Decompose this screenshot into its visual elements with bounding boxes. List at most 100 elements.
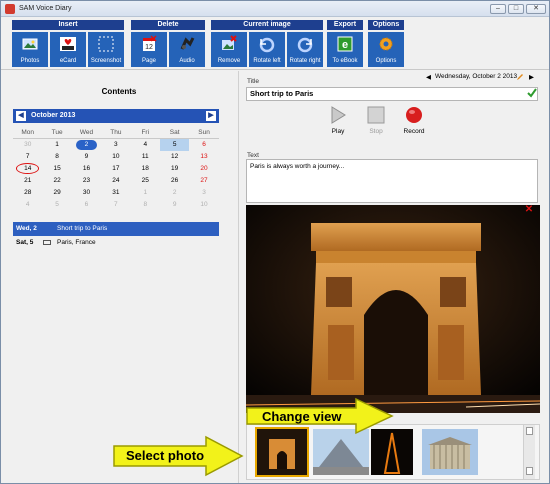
thumbnail-scrollbar[interactable] [523, 425, 535, 479]
change-view-text: Change view [262, 409, 342, 424]
calendar-cell: 21 [13, 175, 42, 187]
maximize-button[interactable]: □ [508, 4, 524, 14]
play-label: Play [331, 128, 345, 135]
remove-image-button[interactable]: Remove [211, 32, 247, 67]
close-button[interactable]: ✕ [526, 4, 546, 14]
calendar-day[interactable]: 2 [160, 187, 189, 199]
calendar-day[interactable]: 11 [131, 151, 160, 163]
rotate-left-label: Rotate left [253, 58, 281, 64]
rotate-right-button[interactable]: Rotate right [287, 32, 323, 67]
calendar-day[interactable]: 1 [42, 139, 71, 151]
group-delete: Delete 12 Page Audio [131, 20, 205, 67]
calendar-day[interactable]: 8 [131, 199, 160, 211]
calendar-day[interactable]: 9 [72, 151, 101, 163]
calendar-cell: 25 [131, 175, 160, 187]
ecard-label: eCard [59, 58, 77, 64]
calendar-day[interactable]: 19 [160, 163, 189, 175]
calendar-day[interactable]: 13 [189, 151, 218, 163]
entry-row[interactable]: Sat, 5 Paris, France [13, 236, 219, 250]
close-photo-icon[interactable]: ✕ [524, 205, 534, 215]
text-area[interactable]: Paris is always worth a journey... [246, 159, 538, 203]
calendar-grid: Mon Tue Wed Thu Fri Sat Sun 30 1 2 3 4 5 6 7 8 9 1… [13, 127, 219, 211]
date-prev-button[interactable]: ◀ [426, 73, 431, 81]
entry-text: Paris, France [57, 239, 96, 246]
calendar-day[interactable]: 15 [42, 163, 71, 175]
calendar-day[interactable]: 9 [160, 199, 189, 211]
calendar-day[interactable]: 30 [13, 139, 42, 151]
calendar-day[interactable]: 1 [131, 187, 160, 199]
calendar-day[interactable]: 3 [189, 187, 218, 199]
calendar-day[interactable]: 16 [72, 163, 101, 175]
calendar-day[interactable]: 2 [75, 140, 98, 150]
calendar-day[interactable]: 10 [101, 151, 130, 163]
entry-list: Wed, 2 Short trip to Paris Sat, 5 Paris,… [13, 222, 219, 250]
calendar-day[interactable]: 12 [160, 151, 189, 163]
panel-divider [238, 71, 239, 483]
calendar-day[interactable]: 26 [160, 175, 189, 187]
calendar-day[interactable]: 27 [189, 175, 218, 187]
calendar-day[interactable]: 18 [131, 163, 160, 175]
calendar-day[interactable]: 30 [72, 187, 101, 199]
delete-page-button[interactable]: 12 Page [131, 32, 167, 67]
screenshot-button[interactable]: Screenshot [88, 32, 124, 67]
calendar-day[interactable]: 22 [42, 175, 71, 187]
calendar-day[interactable]: 29 [42, 187, 71, 199]
delete-page-icon: 12 [140, 35, 158, 53]
calendar-cell: 4 [131, 139, 160, 151]
select-photo-text: Select photo [126, 448, 205, 463]
minimize-button[interactable]: – [490, 4, 506, 14]
delete-audio-button[interactable]: Audio [169, 32, 205, 67]
calendar-day[interactable]: 10 [189, 199, 218, 211]
calendar-day[interactable]: 24 [101, 175, 130, 187]
photos-button[interactable]: Photos [12, 32, 48, 67]
calendar-day[interactable]: 5 [42, 199, 71, 211]
calendar-day[interactable]: 31 [101, 187, 130, 199]
calendar-week: 28 29 30 31 1 2 3 [13, 187, 219, 199]
to-ebook-button[interactable]: e To eBook [327, 32, 363, 67]
title-input[interactable]: Short trip to Paris [246, 87, 538, 101]
rotate-left-button[interactable]: Rotate left [249, 32, 285, 67]
options-label: Options [375, 58, 397, 64]
scroll-down-button[interactable] [526, 467, 533, 475]
calendar-day[interactable]: 7 [13, 151, 42, 163]
calendar-day[interactable]: 20 [189, 163, 218, 175]
calendar-day[interactable]: 25 [131, 175, 160, 187]
scroll-up-button[interactable] [526, 427, 533, 435]
calendar-day[interactable]: 4 [131, 139, 160, 151]
group-export: Export e To eBook [327, 20, 363, 67]
calendar-cell: 22 [42, 175, 71, 187]
options-button[interactable]: Options [368, 32, 404, 67]
calendar-day[interactable]: 28 [13, 187, 42, 199]
entry-row[interactable]: Wed, 2 Short trip to Paris [13, 222, 219, 236]
calendar-week: 7 8 9 10 11 12 13 [13, 151, 219, 163]
calendar-day[interactable]: 21 [13, 175, 42, 187]
thumbnail-madeleine[interactable] [422, 429, 478, 475]
photo-viewer[interactable] [246, 205, 540, 413]
calendar-day[interactable]: 14 [16, 163, 40, 174]
screenshot-icon [97, 35, 115, 53]
calendar-day[interactable]: 23 [72, 175, 101, 187]
calendar-day[interactable]: 8 [42, 151, 71, 163]
calendar-cell: 12 [160, 151, 189, 163]
calendar-day[interactable]: 7 [101, 199, 130, 211]
calendar-cell: 8 [42, 151, 71, 163]
calendar-next-button[interactable]: ▶ [206, 111, 216, 121]
calendar-day[interactable]: 6 [72, 199, 101, 211]
calendar-week: 30 1 2 3 4 5 6 [13, 139, 219, 151]
calendar-cell: 3 [189, 187, 218, 199]
edit-icon[interactable] [516, 73, 524, 83]
calendar-day[interactable]: 5 [159, 139, 190, 151]
calendar-cell: 23 [72, 175, 101, 187]
image-icon [43, 240, 51, 245]
calendar-prev-button[interactable]: ◀ [16, 111, 26, 121]
rotate-right-label: Rotate right [289, 58, 321, 64]
calendar-day[interactable]: 6 [189, 139, 218, 151]
record-button[interactable]: Record [394, 106, 434, 135]
calendar-day[interactable]: 4 [13, 199, 42, 211]
stop-button[interactable]: Stop [356, 106, 396, 135]
calendar-day[interactable]: 17 [101, 163, 130, 175]
play-button[interactable]: Play [318, 106, 358, 135]
ecard-button[interactable]: eCard [50, 32, 86, 67]
calendar-day[interactable]: 3 [101, 139, 130, 151]
date-next-button[interactable]: ▶ [529, 73, 534, 81]
